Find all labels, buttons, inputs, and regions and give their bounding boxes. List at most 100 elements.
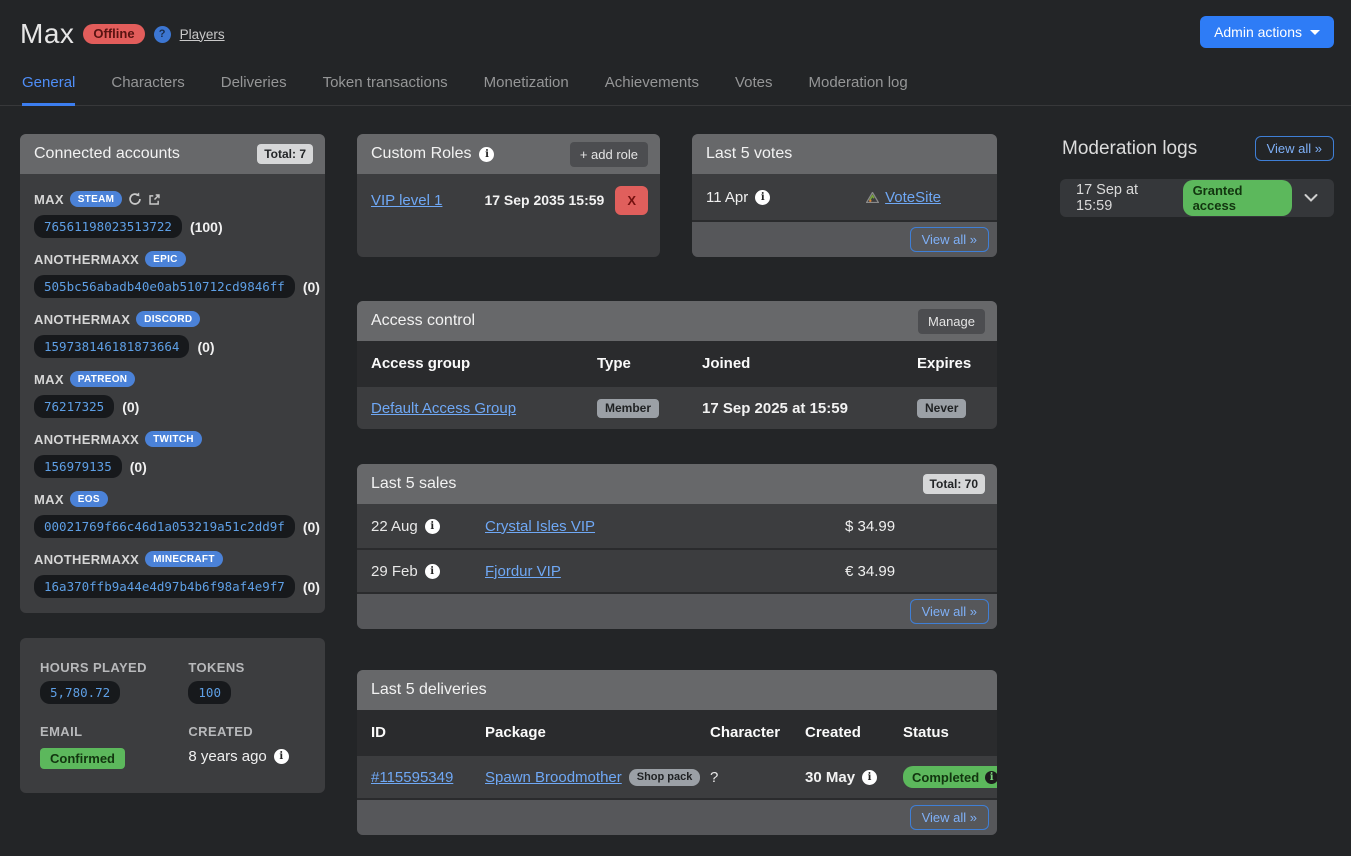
- account-count: (0): [303, 279, 320, 295]
- tab-votes[interactable]: Votes: [735, 64, 773, 106]
- caret-down-icon: [1310, 30, 1320, 35]
- col-package: Package: [485, 724, 710, 741]
- role-expiry: 17 Sep 2035 15:59: [484, 192, 615, 208]
- tab-monetization[interactable]: Monetization: [484, 64, 569, 106]
- account-id[interactable]: 76561198023513722: [34, 215, 182, 238]
- deliveries-view-all-button[interactable]: View all »: [910, 805, 989, 830]
- created-label: CREATED: [188, 724, 305, 739]
- account-id[interactable]: 159738146181873664: [34, 335, 189, 358]
- moderation-action-badge: Granted access: [1183, 180, 1292, 216]
- players-link[interactable]: Players: [180, 27, 225, 42]
- email-label: EMAIL: [40, 724, 188, 739]
- last-sales-title: Last 5 sales: [371, 475, 456, 493]
- account-epic: ANOTHERMAXX EPIC 505bc56abadb40e0ab51071…: [34, 251, 311, 298]
- sale-row: 22 Aug Crystal Isles VIP $ 34.99: [357, 504, 997, 548]
- tab-token-transactions[interactable]: Token transactions: [323, 64, 448, 106]
- admin-actions-label: Admin actions: [1214, 24, 1302, 40]
- col-expires: Expires: [917, 355, 997, 372]
- page-title: Max: [20, 18, 74, 50]
- col-id: ID: [371, 724, 485, 741]
- votesite-icon: [866, 192, 879, 203]
- votes-view-all-button[interactable]: View all »: [910, 227, 989, 252]
- info-icon[interactable]: [755, 190, 770, 205]
- account-count: (0): [197, 339, 214, 355]
- info-icon[interactable]: [862, 770, 877, 785]
- tab-general[interactable]: General: [22, 64, 75, 106]
- platform-badge-epic: EPIC: [145, 251, 186, 267]
- account-name: MAX: [34, 492, 64, 507]
- account-id[interactable]: 505bc56abadb40e0ab510712cd9846ff: [34, 275, 295, 298]
- account-name: ANOTHERMAX: [34, 312, 130, 327]
- sale-row: 29 Feb Fjordur VIP € 34.99: [357, 548, 997, 592]
- role-link[interactable]: VIP level 1: [371, 192, 442, 209]
- player-profile-page: Max Offline Players Admin actions Genera…: [0, 0, 1351, 856]
- account-name: ANOTHERMAXX: [34, 252, 139, 267]
- chevron-down-icon: [1304, 193, 1318, 203]
- info-icon[interactable]: [985, 771, 997, 784]
- account-name: ANOTHERMAXX: [34, 432, 139, 447]
- sale-package-link[interactable]: Fjordur VIP: [485, 563, 561, 580]
- help-question-icon[interactable]: [154, 26, 171, 43]
- info-icon[interactable]: [274, 749, 289, 764]
- account-id[interactable]: 00021769f66c46d1a053219a51c2dd9f: [34, 515, 295, 538]
- last-votes-panel: Last 5 votes 11 Apr VoteSite: [692, 134, 997, 257]
- top-bar: Max Offline Players Admin actions: [0, 0, 1351, 50]
- connected-accounts-panel: Connected accounts Total: 7 MAX STEAM: [20, 134, 325, 613]
- col-character: Character: [710, 724, 805, 741]
- connected-accounts-total-badge: Total: 7: [257, 144, 313, 164]
- deliveries-table-header: ID Package Character Created Status: [357, 710, 997, 754]
- vote-row: 11 Apr VoteSite: [692, 174, 997, 220]
- account-id[interactable]: 76217325: [34, 395, 114, 418]
- custom-role-row: VIP level 1 17 Sep 2035 15:59 X: [357, 174, 660, 226]
- col-status: Status: [903, 724, 997, 741]
- remove-role-button[interactable]: X: [615, 186, 648, 215]
- account-twitch: ANOTHERMAXX TWITCH 156979135 (0): [34, 431, 311, 478]
- account-count: (0): [303, 579, 320, 595]
- tab-characters[interactable]: Characters: [111, 64, 184, 106]
- info-icon[interactable]: [425, 564, 440, 579]
- tab-bar: General Characters Deliveries Token tran…: [0, 64, 1351, 106]
- moderation-logs-view-all-button[interactable]: View all »: [1255, 136, 1334, 161]
- account-discord: ANOTHERMAX DISCORD 159738146181873664 (0…: [34, 311, 311, 358]
- status-badge: Offline: [83, 24, 144, 44]
- last-votes-title: Last 5 votes: [706, 145, 792, 163]
- access-row: Default Access Group Member 17 Sep 2025 …: [357, 385, 997, 429]
- info-icon[interactable]: [479, 147, 494, 162]
- refresh-icon[interactable]: [128, 192, 142, 206]
- account-id[interactable]: 16a370ffb9a44e4d97b4b6f98af4e9f7: [34, 575, 295, 598]
- votesite-link[interactable]: VoteSite: [885, 189, 941, 206]
- sales-view-all-button[interactable]: View all »: [910, 599, 989, 624]
- custom-roles-title: Custom Roles: [371, 145, 471, 163]
- delivery-id-link[interactable]: #115595349: [371, 769, 453, 786]
- joined-date: 17 Sep 2025 at 15:59: [702, 400, 917, 417]
- access-group-link[interactable]: Default Access Group: [371, 400, 516, 417]
- delivery-row: #115595349 Spawn Broodmother Shop pack ?…: [357, 754, 997, 798]
- vote-date: 11 Apr: [706, 189, 748, 206]
- email-status-badge: Confirmed: [40, 748, 125, 769]
- access-control-panel: Access control Manage Access group Type …: [357, 301, 997, 429]
- account-id[interactable]: 156979135: [34, 455, 122, 478]
- tab-moderation-log[interactable]: Moderation log: [808, 64, 907, 106]
- external-link-icon[interactable]: [148, 193, 161, 206]
- access-table-header: Access group Type Joined Expires: [357, 341, 997, 385]
- manage-button[interactable]: Manage: [918, 309, 985, 334]
- delivery-package-link[interactable]: Spawn Broodmother: [485, 769, 622, 786]
- add-role-button[interactable]: + add role: [570, 142, 648, 167]
- account-name: ANOTHERMAXX: [34, 552, 139, 567]
- col-access-group: Access group: [371, 355, 597, 372]
- col-created: Created: [805, 724, 903, 741]
- delivery-status-text: Completed: [912, 770, 979, 785]
- custom-roles-panel: Custom Roles + add role VIP level 1 17 S…: [357, 134, 660, 257]
- hours-played-label: HOURS PLAYED: [40, 660, 188, 675]
- moderation-log-entry[interactable]: 17 Sep at 15:59 Granted access: [1060, 179, 1334, 217]
- admin-actions-button[interactable]: Admin actions: [1200, 16, 1334, 48]
- expires-badge: Never: [917, 399, 966, 418]
- tab-achievements[interactable]: Achievements: [605, 64, 699, 106]
- account-name: MAX: [34, 192, 64, 207]
- last-deliveries-title: Last 5 deliveries: [371, 681, 487, 699]
- platform-badge-eos: EOS: [70, 491, 108, 507]
- tab-deliveries[interactable]: Deliveries: [221, 64, 287, 106]
- info-icon[interactable]: [425, 519, 440, 534]
- sale-package-link[interactable]: Crystal Isles VIP: [485, 518, 595, 535]
- sale-price: $ 34.99: [845, 518, 997, 535]
